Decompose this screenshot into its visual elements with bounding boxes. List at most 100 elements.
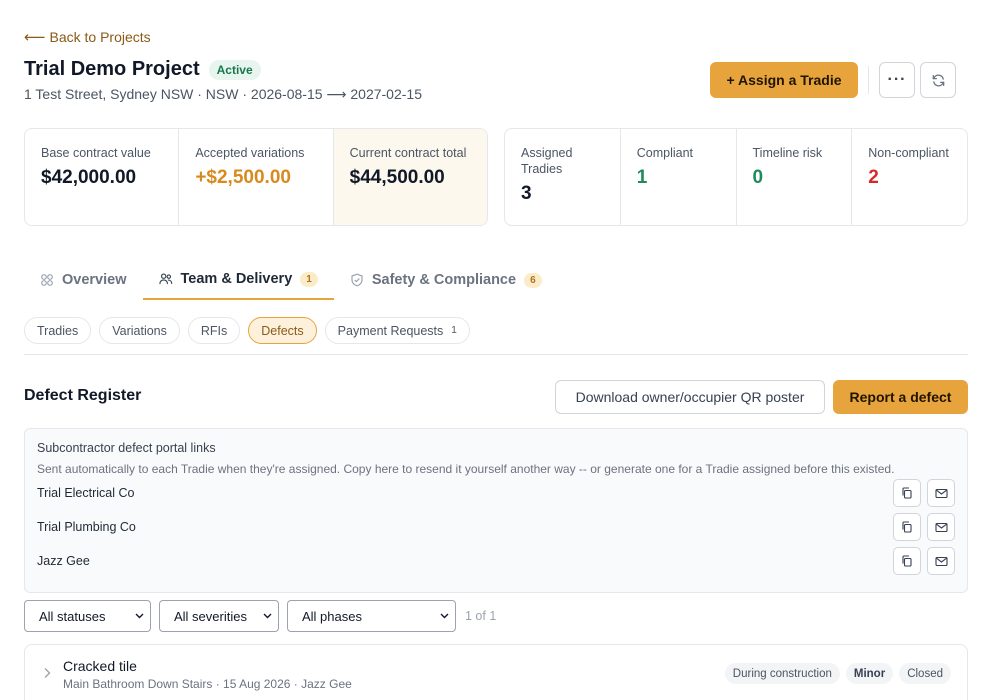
mail-icon [934,522,948,532]
stat-assigned-tradies: Assigned Tradies 3 [505,129,621,225]
portal-description: Sent automatically to each Tradie when t… [37,462,895,476]
main-tabs: Overview Team & Delivery 1 Safety & Comp… [24,260,558,300]
stat-current-contract-total: Current contract total $44,500.00 [333,129,487,225]
defect-title: Cracked tile [63,658,137,674]
status-badge: Active [208,59,261,80]
assign-tradie-button[interactable]: + Assign a Tradie [710,62,858,98]
team-icon [158,272,173,286]
stat-value: +$2,500.00 [195,167,291,188]
report-defect-button[interactable]: Report a defect [833,380,968,414]
portal-links-panel: Subcontractor defect portal links Sent a… [24,428,968,593]
copy-link-button[interactable] [893,547,921,575]
shield-icon [350,273,364,287]
defect-filters: All statuses All severities All phases 1… [24,600,496,632]
stat-label: Current contract total [349,146,467,160]
severity-filter-select[interactable]: All severities [159,600,279,632]
refresh-button[interactable] [920,62,956,98]
stat-base-contract: Base contract value $42,000.00 [25,129,180,225]
copy-link-button[interactable] [893,513,921,541]
copy-icon [902,487,912,499]
subtab-defects[interactable]: Defects [248,317,317,344]
email-link-button[interactable] [927,479,955,507]
severity-tag: Minor [845,663,894,684]
project-subtitle: 1 Test Street, Sydney NSW · NSW · 2026-0… [24,86,422,102]
stat-value: 1 [636,167,648,188]
select-value: All severities [174,608,247,624]
arrow-left-icon: ⟵ [24,29,46,46]
status-filter-select[interactable]: All statuses [24,600,151,632]
portal-row: Trial Electrical Co [37,476,955,510]
mail-icon [934,556,948,566]
refresh-icon [932,74,944,86]
chevron-down-icon [135,613,144,619]
stat-accepted-variations: Accepted variations +$2,500.00 [179,129,334,225]
project-header: Trial Demo Project Active [24,58,261,81]
overview-icon [40,273,54,287]
subtab-payment-requests[interactable]: Payment Requests 1 [324,317,470,344]
stat-value: 2 [868,167,879,188]
defect-meta: Main Bathroom Down Stairs · 15 Aug 2026 … [63,677,352,691]
stat-label: Assigned Tradies [521,146,573,176]
tab-safety-compliance[interactable]: Safety & Compliance 6 [334,260,558,300]
stat-compliant: Compliant 1 [621,129,737,225]
tab-label: Safety & Compliance [371,272,517,288]
stat-value: $42,000.00 [41,167,137,188]
subtab-variations[interactable]: Variations [99,317,180,344]
select-value: All statuses [39,608,106,624]
stat-label: Accepted variations [195,146,305,160]
more-icon: ··· [887,71,907,88]
subtab-label: Payment Requests [337,323,444,338]
copy-link-button[interactable] [893,479,921,507]
pagination-label: 1 of 1 [465,609,497,623]
contract-stats-card: Base contract value $42,000.00 Accepted … [24,128,488,226]
stat-value: 0 [752,167,764,188]
stat-label: Timeline risk [752,146,823,160]
select-value: All phases [302,608,362,624]
stat-timeline-risk: Timeline risk 0 [737,129,853,225]
subtab-count: 1 [451,325,457,336]
tab-overview[interactable]: Overview [24,260,143,300]
chevron-right-icon[interactable] [43,667,51,679]
chevron-down-icon [440,613,449,619]
status-tag: Closed [899,663,951,684]
phase-filter-select[interactable]: All phases [287,600,456,632]
back-link-label: Back to Projects [49,29,151,45]
mail-icon [934,488,948,498]
divider [868,66,869,94]
defect-list-item[interactable]: Cracked tile Main Bathroom Down Stairs ·… [24,644,968,700]
tab-team-delivery[interactable]: Team & Delivery 1 [142,260,334,300]
email-link-button[interactable] [927,513,955,541]
tab-label: Overview [62,272,127,288]
back-to-projects-link[interactable]: ⟵ Back to Projects [24,28,151,46]
chevron-down-icon [263,613,272,619]
tab-label: Team & Delivery [180,271,293,287]
stat-non-compliant: Non-compliant 2 [852,129,967,225]
subtab-tradies[interactable]: Tradies [24,317,92,344]
divider [24,354,968,355]
portal-list: Trial Electrical Co Trial Plumbing Co Ja… [37,476,955,578]
copy-icon [902,555,912,567]
tradie-name: Trial Electrical Co [37,486,135,500]
defect-tags: During construction Minor Closed [724,663,951,684]
more-options-button[interactable]: ··· [879,62,915,98]
stat-value: 3 [521,183,532,204]
stat-label: Compliant [636,146,694,160]
stat-value: $44,500.00 [349,167,445,188]
tab-count-badge: 6 [524,272,542,288]
portal-row: Trial Plumbing Co [37,510,955,544]
portal-row: Jazz Gee [37,544,955,578]
stat-label: Non-compliant [868,146,949,160]
tradie-stats-card: Assigned Tradies 3 Compliant 1 Timeline … [504,128,968,226]
subtab-rfis[interactable]: RFIs [187,317,241,344]
portal-title: Subcontractor defect portal links [37,441,216,455]
tradie-name: Jazz Gee [37,554,90,568]
page-title: Trial Demo Project [24,58,200,80]
stat-label: Base contract value [41,146,151,160]
copy-icon [902,521,912,533]
phase-tag: During construction [724,663,840,684]
tab-count-badge: 1 [300,271,318,287]
email-link-button[interactable] [927,547,955,575]
sub-tabs: Tradies Variations RFIs Defects Payment … [24,317,470,344]
tradie-name: Trial Plumbing Co [37,520,136,534]
download-qr-poster-button[interactable]: Download owner/occupier QR poster [555,380,825,414]
